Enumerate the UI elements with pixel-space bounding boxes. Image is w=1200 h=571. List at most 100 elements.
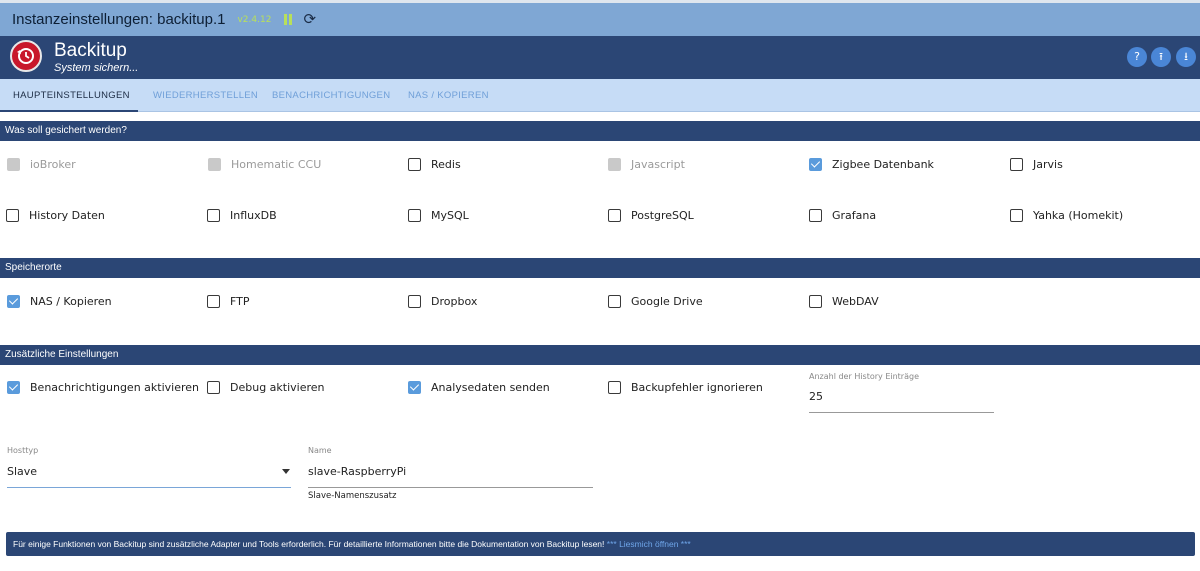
checkbox-label: MySQL (431, 209, 469, 222)
checkbox-debug[interactable]: Debug aktivieren (207, 381, 325, 394)
checkbox-google-drive[interactable]: Google Drive (608, 295, 703, 308)
checkbox-box[interactable] (408, 158, 421, 171)
checkbox-iobroker[interactable]: ioBroker (7, 158, 76, 171)
checkbox-box[interactable] (1010, 158, 1023, 171)
checkbox-label: Backupfehler ignorieren (631, 381, 763, 394)
history-count-label: Anzahl der History Einträge (809, 372, 919, 381)
hosttyp-value: Slave (7, 465, 38, 478)
section-extra-header: Zusätzliche Einstellungen (0, 345, 1200, 365)
checkbox-influxdb[interactable]: InfluxDB (207, 209, 277, 222)
window-title: Instanzeinstellungen: backitup.1 (12, 11, 226, 28)
checkbox-history-daten[interactable]: History Daten (6, 209, 105, 222)
checkbox-box[interactable] (408, 381, 421, 394)
checkbox-label: InfluxDB (230, 209, 277, 222)
checkbox-label: History Daten (29, 209, 105, 222)
readme-link[interactable]: *** Liesmich öffnen *** (607, 539, 691, 549)
checkbox-box[interactable] (7, 295, 20, 308)
chevron-down-icon[interactable] (282, 469, 290, 474)
checkbox-jarvis[interactable]: Jarvis (1010, 158, 1063, 171)
app-name: Backitup (54, 40, 127, 61)
checkbox-box[interactable] (207, 381, 220, 394)
checkbox-yahka[interactable]: Yahka (Homekit) (1010, 209, 1123, 222)
history-count-input[interactable]: 25 (809, 390, 994, 403)
checkbox-box[interactable] (208, 158, 221, 171)
pause-icon[interactable] (283, 14, 293, 25)
checkbox-label: Zigbee Datenbank (832, 158, 934, 171)
checkbox-label: Benachrichtigungen aktivieren (30, 381, 199, 394)
checkbox-benachrichtigungen[interactable]: Benachrichtigungen aktivieren (7, 381, 199, 394)
checkbox-box[interactable] (408, 209, 421, 222)
checkbox-box[interactable] (608, 381, 621, 394)
checkbox-box[interactable] (608, 209, 621, 222)
checkbox-label: Grafana (832, 209, 877, 222)
checkbox-box[interactable] (809, 295, 822, 308)
checkbox-label: Yahka (Homekit) (1033, 209, 1124, 222)
checkbox-dropbox[interactable]: Dropbox (408, 295, 477, 308)
checkbox-label: Debug aktivieren (230, 381, 325, 394)
name-label: Name (308, 446, 332, 455)
field-underline (308, 487, 593, 488)
history-count-field[interactable]: Anzahl der History Einträge 25 (809, 372, 994, 414)
info-text: Für einige Funktionen von Backitup sind … (13, 539, 605, 549)
checkbox-box[interactable] (809, 158, 822, 171)
checkbox-label: NAS / Kopieren (30, 295, 112, 308)
checkbox-label: Jarvis (1033, 158, 1063, 171)
checkbox-box[interactable] (608, 295, 621, 308)
checkbox-homematic-ccu[interactable]: Homematic CCU (208, 158, 321, 171)
checkbox-label: FTP (230, 295, 250, 308)
hosttyp-select[interactable]: Hosttyp Slave (7, 446, 291, 488)
info-bar: Für einige Funktionen von Backitup sind … (6, 532, 1195, 556)
help-icon[interactable]: ? (1127, 47, 1147, 67)
tab-nas-kopieren[interactable]: NAS / KOPIEREN (408, 79, 489, 112)
checkbox-label: ioBroker (30, 158, 76, 171)
checkbox-label: Homematic CCU (231, 158, 322, 171)
checkbox-box[interactable] (809, 209, 822, 222)
backitup-logo-icon (10, 40, 42, 72)
name-field[interactable]: Name slave-RaspberryPi Slave-Namenszusat… (308, 446, 593, 504)
checkbox-nas-kopieren[interactable]: NAS / Kopieren (7, 295, 112, 308)
checkbox-label: Analysedaten senden (431, 381, 550, 394)
checkbox-ftp[interactable]: FTP (207, 295, 250, 308)
version-badge: v2.4.12 (237, 14, 272, 25)
tab-bar: HAUPTEINSTELLUNGEN WIEDERHERSTELLEN BENA… (0, 79, 1200, 112)
checkbox-box[interactable] (1010, 209, 1023, 222)
section-backup-header: Was soll gesichert werden? (0, 121, 1200, 141)
checkbox-box[interactable] (6, 209, 19, 222)
name-input[interactable]: slave-RaspberryPi (308, 465, 593, 478)
checkbox-javascript[interactable]: Javascript (608, 158, 685, 171)
field-underline (7, 487, 291, 488)
upload-icon[interactable]: ⭱ (1151, 47, 1171, 67)
window-titlebar: Instanzeinstellungen: backitup.1 v2.4.12… (0, 0, 1200, 36)
checkbox-label: WebDAV (832, 295, 879, 308)
checkbox-label: PostgreSQL (631, 209, 694, 222)
app-header: Backitup System sichern... ? ⭱ ⭳ (0, 36, 1200, 79)
app-subtitle: System sichern... (54, 62, 139, 74)
checkbox-box[interactable] (608, 158, 621, 171)
checkbox-backupfehler[interactable]: Backupfehler ignorieren (608, 381, 763, 394)
checkbox-analysedaten[interactable]: Analysedaten senden (408, 381, 550, 394)
checkbox-box[interactable] (408, 295, 421, 308)
checkbox-webdav[interactable]: WebDAV (809, 295, 879, 308)
section-storage-header: Speicherorte (0, 258, 1200, 278)
checkbox-zigbee-datenbank[interactable]: Zigbee Datenbank (809, 158, 934, 171)
tab-benachrichtigungen[interactable]: BENACHRICHTIGUNGEN (272, 79, 390, 112)
checkbox-box[interactable] (207, 295, 220, 308)
reload-icon[interactable]: ⟳ (303, 12, 316, 27)
checkbox-grafana[interactable]: Grafana (809, 209, 876, 222)
checkbox-label: Redis (431, 158, 461, 171)
checkbox-box[interactable] (207, 209, 220, 222)
checkbox-label: Google Drive (631, 295, 703, 308)
hosttyp-label: Hosttyp (7, 446, 39, 455)
checkbox-label: Dropbox (431, 295, 478, 308)
tab-haupteinstellungen[interactable]: HAUPTEINSTELLUNGEN (0, 79, 138, 112)
tab-wiederherstellen[interactable]: WIEDERHERSTELLEN (153, 79, 258, 112)
checkbox-mysql[interactable]: MySQL (408, 209, 469, 222)
checkbox-box[interactable] (7, 158, 20, 171)
field-underline (809, 412, 994, 413)
checkbox-label: Javascript (631, 158, 685, 171)
checkbox-postgresql[interactable]: PostgreSQL (608, 209, 694, 222)
checkbox-redis[interactable]: Redis (408, 158, 461, 171)
name-helper-text: Slave-Namenszusatz (308, 491, 397, 501)
checkbox-box[interactable] (7, 381, 20, 394)
download-icon[interactable]: ⭳ (1176, 47, 1196, 67)
